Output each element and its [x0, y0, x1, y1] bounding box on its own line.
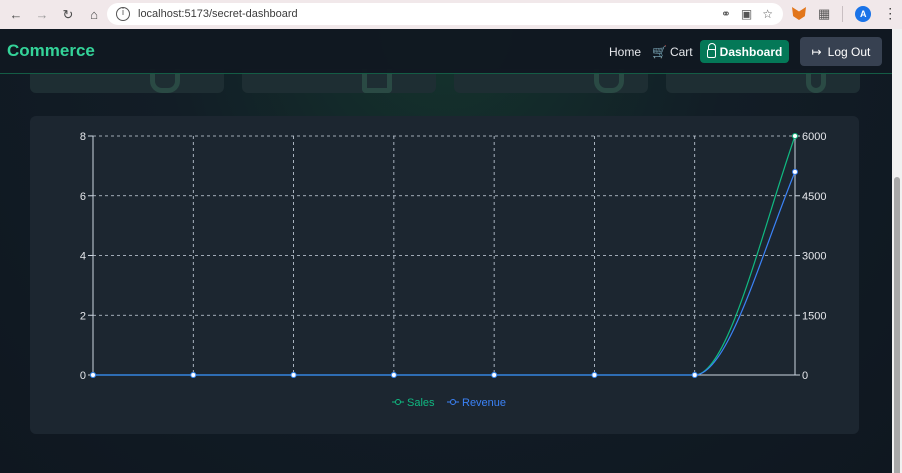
nav-cart-label: Cart — [669, 45, 693, 59]
reload-icon[interactable]: ↻ — [58, 5, 78, 25]
metamask-fox-icon[interactable] — [792, 7, 806, 20]
data-point-sales — [792, 133, 798, 139]
home-icon[interactable]: ⌂ — [84, 5, 104, 25]
right-axis-tick-label: 6000 — [802, 131, 826, 143]
data-point-revenue — [90, 372, 96, 378]
legend-marker-dot — [450, 399, 456, 405]
left-axis-tick-label: 8 — [80, 131, 86, 143]
left-axis-tick-label: 6 — [80, 191, 86, 203]
top-navbar: Commerce Home 🛒 Cart Dashboard ↦ Log Out — [0, 29, 892, 74]
lock-icon — [706, 43, 716, 58]
right-axis-tick-label: 0 — [802, 370, 808, 382]
data-point-revenue — [591, 372, 598, 378]
left-axis-tick-label: 4 — [80, 251, 86, 263]
nav-cart-link[interactable]: 🛒 Cart — [652, 45, 693, 59]
dashboard-button-label: Dashboard — [719, 44, 783, 59]
data-point-revenue — [491, 372, 498, 378]
right-axis-tick-label: 3000 — [802, 251, 826, 263]
app-viewport: Commerce Home 🛒 Cart Dashboard ↦ Log Out… — [0, 29, 892, 473]
key-icon[interactable]: ⚭ — [721, 7, 731, 21]
dashboard-button[interactable]: Dashboard — [700, 40, 789, 63]
extensions-puzzle-icon[interactable]: ▦ — [818, 6, 830, 22]
data-point-revenue — [390, 372, 397, 378]
left-axis-tick-label: 0 — [80, 370, 86, 382]
left-axis-tick-label: 2 — [80, 310, 86, 322]
star-icon[interactable]: ☆ — [762, 7, 773, 21]
data-point-revenue — [792, 168, 798, 175]
logout-button[interactable]: ↦ Log Out — [800, 37, 882, 66]
sales-chart-card: 0 2 4 6 8 0 1500 3000 4500 6000 Sales Revenue — [30, 116, 859, 434]
toolbar-divider — [842, 5, 844, 22]
right-axis-tick-label: 4500 — [802, 191, 826, 203]
data-point-revenue — [691, 372, 698, 378]
right-axis-tick-label: 1500 — [802, 310, 826, 322]
series-line-revenue — [93, 171, 796, 376]
more-menu-icon[interactable]: ⋮ — [883, 5, 897, 22]
data-point-revenue — [290, 372, 297, 378]
legend-label-sales: Sales — [407, 397, 435, 409]
site-info-icon[interactable]: i — [116, 7, 130, 21]
forward-icon[interactable]: → — [32, 5, 52, 25]
legend-label-revenue: Revenue — [462, 397, 506, 409]
brand-logo[interactable]: Commerce — [7, 41, 95, 61]
extensions-area: ▦ A ⋮ — [792, 5, 897, 22]
data-point-revenue — [190, 372, 197, 378]
card-icon[interactable]: ▣ — [741, 7, 752, 21]
address-bar-actions: ⚭ ▣ ☆ — [721, 7, 773, 21]
profile-avatar[interactable]: A — [855, 5, 872, 22]
logout-button-label: Log Out — [827, 44, 871, 59]
browser-toolbar: ← → ↻ ⌂ i localhost:5173/secret-dashboar… — [0, 0, 902, 29]
cart-icon: 🛒 — [652, 45, 667, 59]
back-icon[interactable]: ← — [6, 5, 26, 25]
scrollbar-thumb[interactable] — [894, 177, 900, 473]
url-text[interactable]: localhost:5173/secret-dashboard — [138, 8, 298, 20]
legend-marker-dot — [395, 399, 401, 405]
page-scrollbar[interactable] — [892, 29, 902, 473]
nav-home-link[interactable]: Home — [609, 45, 641, 59]
sales-revenue-chart: 0 2 4 6 8 0 1500 3000 4500 6000 Sales Revenue — [80, 131, 827, 409]
logout-icon: ↦ — [811, 44, 822, 59]
address-bar[interactable]: i localhost:5173/secret-dashboard ⚭ ▣ ☆ — [107, 3, 783, 25]
